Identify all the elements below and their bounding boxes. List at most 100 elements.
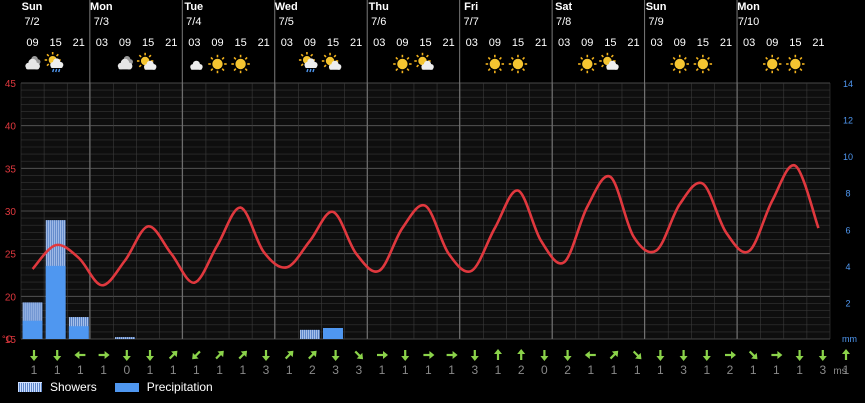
sun-ray — [601, 64, 604, 68]
sun-ray — [499, 68, 502, 72]
hour-label: 21 — [165, 37, 177, 49]
wind-arrow-head — [429, 351, 435, 359]
wind-arrow-head — [74, 351, 80, 359]
hour-label: 21 — [627, 37, 639, 49]
sun-ray — [510, 56, 514, 60]
sun-ray — [683, 68, 687, 72]
sun-ray — [591, 56, 595, 60]
moon-icon — [466, 56, 475, 72]
sun-ray — [416, 54, 420, 58]
wind-arrow — [401, 350, 410, 361]
sun-ray — [672, 68, 676, 72]
precipitation-bar — [22, 320, 43, 339]
sun-ray — [776, 68, 780, 72]
sun-ray — [487, 56, 491, 60]
wind-speed: 1 — [31, 363, 38, 377]
moon-shape — [558, 56, 567, 72]
day-date: 7/3 — [94, 16, 109, 28]
hour-label: 21 — [258, 37, 270, 49]
sun-ray — [672, 56, 676, 60]
day-date: 7/7 — [464, 16, 479, 28]
sun-icon — [578, 54, 597, 74]
sun-ray — [395, 68, 399, 72]
wind-arrow-shaft — [308, 352, 315, 360]
sun-icon — [670, 54, 689, 74]
legend-item-showers: Showers — [18, 380, 97, 394]
precipitation-unit: mm — [842, 334, 857, 344]
partly-cloudy-icon — [136, 52, 157, 70]
cloud-base — [118, 66, 132, 70]
hour-label: 03 — [96, 37, 108, 49]
wind-arrow — [215, 350, 224, 360]
wind-speed: 1 — [379, 363, 386, 377]
hour-label: 03 — [651, 37, 663, 49]
hour-label: 03 — [466, 37, 478, 49]
wind-arrow — [308, 350, 317, 360]
temperature-tick-label: 25 — [5, 250, 17, 261]
moon-shape — [535, 56, 544, 72]
wind-arrow-shaft — [354, 350, 361, 358]
wind-arrow — [563, 350, 572, 361]
wind-arrow — [632, 350, 642, 360]
cloud-base — [190, 66, 202, 70]
wind-arrow — [446, 351, 458, 359]
moon-icon — [165, 56, 174, 72]
wind-arrow — [725, 351, 736, 359]
sun-ray — [695, 68, 699, 72]
hour-label: 03 — [558, 37, 570, 49]
moon-shape — [443, 56, 452, 72]
wind-speed: 1 — [773, 363, 780, 377]
sun-disc — [235, 58, 246, 70]
hour-label: 15 — [234, 37, 246, 49]
wind-arrow-head — [702, 356, 711, 361]
wind-arrow-head — [262, 356, 270, 361]
wind-speed: 1 — [634, 363, 641, 377]
rain-drop — [306, 68, 309, 73]
partly-cloudy-icon — [599, 52, 619, 70]
hour-label: 09 — [304, 37, 316, 49]
day-date: 7/9 — [648, 16, 663, 28]
wind-arrow-head — [452, 351, 458, 359]
wind-arrow — [818, 350, 827, 361]
wind-arrow — [238, 350, 248, 360]
wind-arrow-shaft — [632, 350, 640, 358]
wind-arrow — [331, 350, 340, 361]
sun-ray — [233, 68, 237, 72]
wind-speed: 0 — [541, 363, 548, 377]
precipitation-tick-label: 10 — [843, 152, 853, 162]
temperature-unit: °C — [2, 334, 13, 344]
cloud-base — [606, 66, 618, 70]
precipitation-tick-label: 8 — [845, 189, 850, 199]
day-date: 7/5 — [279, 16, 294, 28]
wind-arrow-head — [777, 351, 783, 359]
wind-speed: 1 — [402, 363, 409, 377]
sun-ray — [55, 53, 59, 57]
wind-arrow — [377, 351, 388, 359]
wind-arrow-head — [470, 356, 479, 361]
wind-speed: 3 — [355, 363, 362, 377]
showers-bar — [115, 337, 135, 339]
wind-row: 1111011111312331111312021111312111311122… — [30, 349, 865, 377]
moon-icon — [443, 56, 452, 72]
day-name: Sun — [22, 1, 43, 13]
weather-icons — [25, 52, 821, 74]
sun-disc — [790, 58, 801, 70]
legend-label-precipitation: Precipitation — [146, 380, 213, 394]
wind-arrow-head — [540, 356, 549, 361]
showers-bar — [299, 329, 320, 339]
wind-arrow-head — [818, 356, 827, 361]
hour-label: 15 — [697, 37, 709, 49]
sun-ray — [244, 68, 248, 72]
sun-disc — [582, 58, 593, 70]
temperature-tick-label: 30 — [5, 207, 17, 218]
moon-icon — [373, 56, 382, 72]
wind-arrow-head — [494, 349, 502, 354]
moon-shape — [812, 56, 821, 72]
wind-arrow-head — [30, 356, 38, 361]
sun-icon — [231, 54, 250, 74]
sun-ray — [244, 56, 248, 60]
moon-icon — [535, 56, 544, 72]
day-name: Tue — [184, 1, 203, 13]
wind-speed: 1 — [54, 363, 61, 377]
wind-arrow-head — [383, 351, 388, 359]
